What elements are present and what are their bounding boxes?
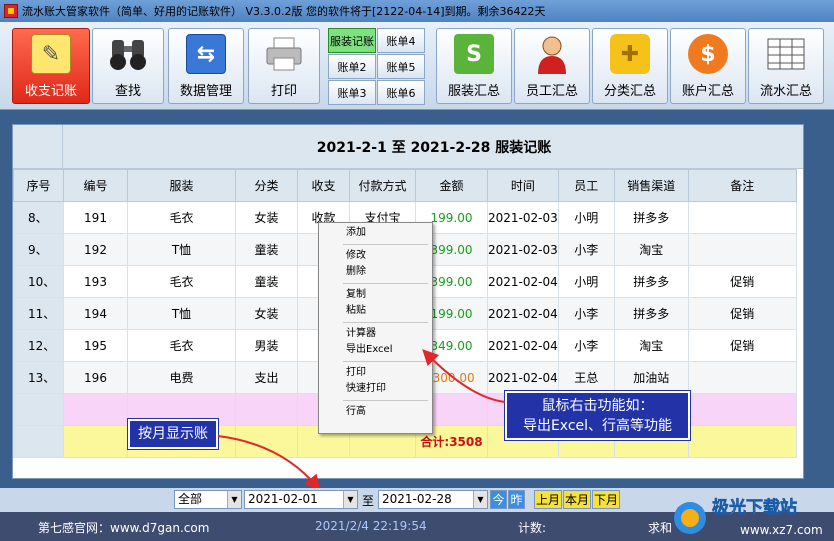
date-from-select[interactable]: 2021-02-01 ▼ (244, 490, 358, 509)
watermark-logo: 极光下载站 www.xz7.com (668, 486, 834, 541)
site-text: 第七感官网：www.d7gan.com (38, 521, 210, 535)
callout-arrows (217, 349, 506, 492)
scope-select-value: 全部 (178, 492, 203, 506)
date-to-select[interactable]: 2021-02-28 ▼ (378, 490, 488, 509)
watermark-url: www.xz7.com (740, 523, 823, 537)
today-button[interactable]: 今 (490, 490, 507, 509)
count-label: 计数: (518, 521, 547, 535)
last-month-button[interactable]: 上月 (534, 490, 562, 509)
to-label: 至 (362, 494, 375, 508)
chevron-down-icon[interactable]: ▼ (473, 491, 487, 508)
date-to-value: 2021-02-28 (382, 492, 452, 506)
this-month-button[interactable]: 本月 (563, 490, 591, 509)
datetime-text: 2021/2/4 22:19:54 (315, 519, 427, 533)
watermark-title: 极光下载站 (712, 497, 797, 518)
date-from-value: 2021-02-01 (248, 492, 318, 506)
chevron-down-icon[interactable]: ▼ (343, 491, 357, 508)
next-month-button[interactable]: 下月 (592, 490, 620, 509)
chevron-down-icon[interactable]: ▼ (227, 491, 241, 508)
yesterday-button[interactable]: 昨 (508, 490, 525, 509)
scope-select[interactable]: 全部 ▼ (174, 490, 242, 509)
